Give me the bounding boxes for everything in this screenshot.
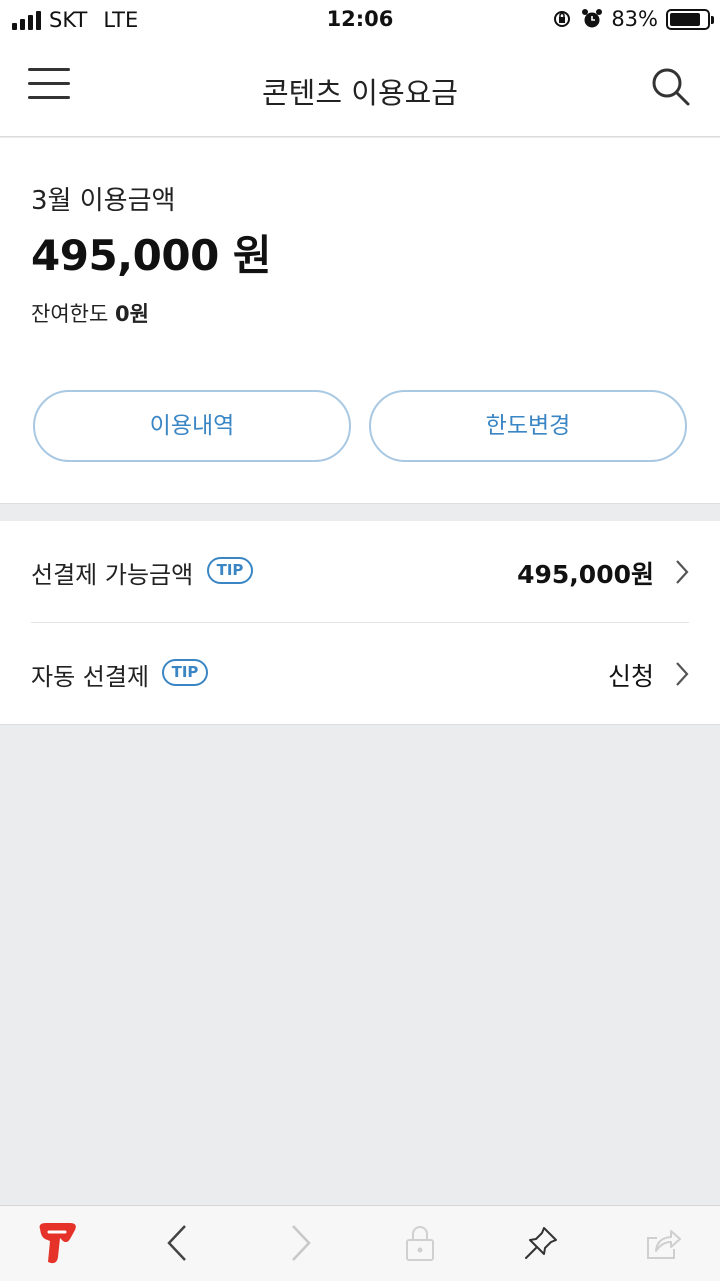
tip-badge[interactable]: TIP: [207, 557, 253, 584]
remaining-limit-label: 잔여한도: [31, 302, 109, 326]
share-icon[interactable]: [638, 1218, 688, 1268]
chevron-right-icon: [676, 662, 689, 686]
status-bar: SKT LTE 12:06 83%: [0, 0, 720, 40]
usage-history-button[interactable]: 이용내역: [33, 390, 351, 462]
app-header: 콘텐츠 이용요금: [0, 40, 720, 137]
limit-change-button[interactable]: 한도변경: [369, 390, 687, 462]
list-item-prepay-available[interactable]: 선결제 가능금액 TIP 495,000원: [0, 521, 720, 621]
usage-card: 3월 이용금액 495,000 원 잔여한도 0원 이용내역 한도변경: [0, 138, 720, 504]
status-right: 83%: [551, 7, 714, 31]
page-title: 콘텐츠 이용요금: [262, 76, 458, 110]
lock-icon[interactable]: [395, 1218, 445, 1268]
forward-arrow-icon[interactable]: [276, 1218, 326, 1268]
bottom-toolbar: [0, 1205, 720, 1281]
battery-icon: [666, 8, 714, 30]
prepay-available-value: 495,000원: [517, 560, 654, 589]
battery-percent: 83%: [611, 7, 658, 31]
tip-badge[interactable]: TIP: [162, 659, 208, 686]
prepay-available-label: 선결제 가능금액: [31, 561, 194, 589]
alarm-icon: [582, 9, 603, 28]
list-item-auto-prepay[interactable]: 자동 선결제 TIP 신청: [0, 623, 720, 723]
auto-prepay-label: 자동 선결제: [31, 663, 150, 691]
prepay-list: 선결제 가능금액 TIP 495,000원 자동 선결제 TIP 신청: [0, 521, 720, 725]
search-icon[interactable]: [650, 66, 692, 108]
usage-month-label: 3월 이용금액: [31, 186, 176, 216]
pin-icon[interactable]: [516, 1218, 566, 1268]
orientation-lock-icon: [554, 11, 571, 27]
back-arrow-icon[interactable]: [152, 1218, 202, 1268]
t-logo-icon[interactable]: [32, 1218, 82, 1268]
remaining-limit: 잔여한도 0원: [31, 298, 149, 328]
usage-amount: 495,000 원: [31, 231, 272, 280]
battery-fill: [670, 12, 700, 26]
auto-prepay-value: 신청: [607, 662, 654, 691]
chevron-right-icon: [676, 560, 689, 584]
remaining-limit-value: 0원: [114, 302, 149, 326]
